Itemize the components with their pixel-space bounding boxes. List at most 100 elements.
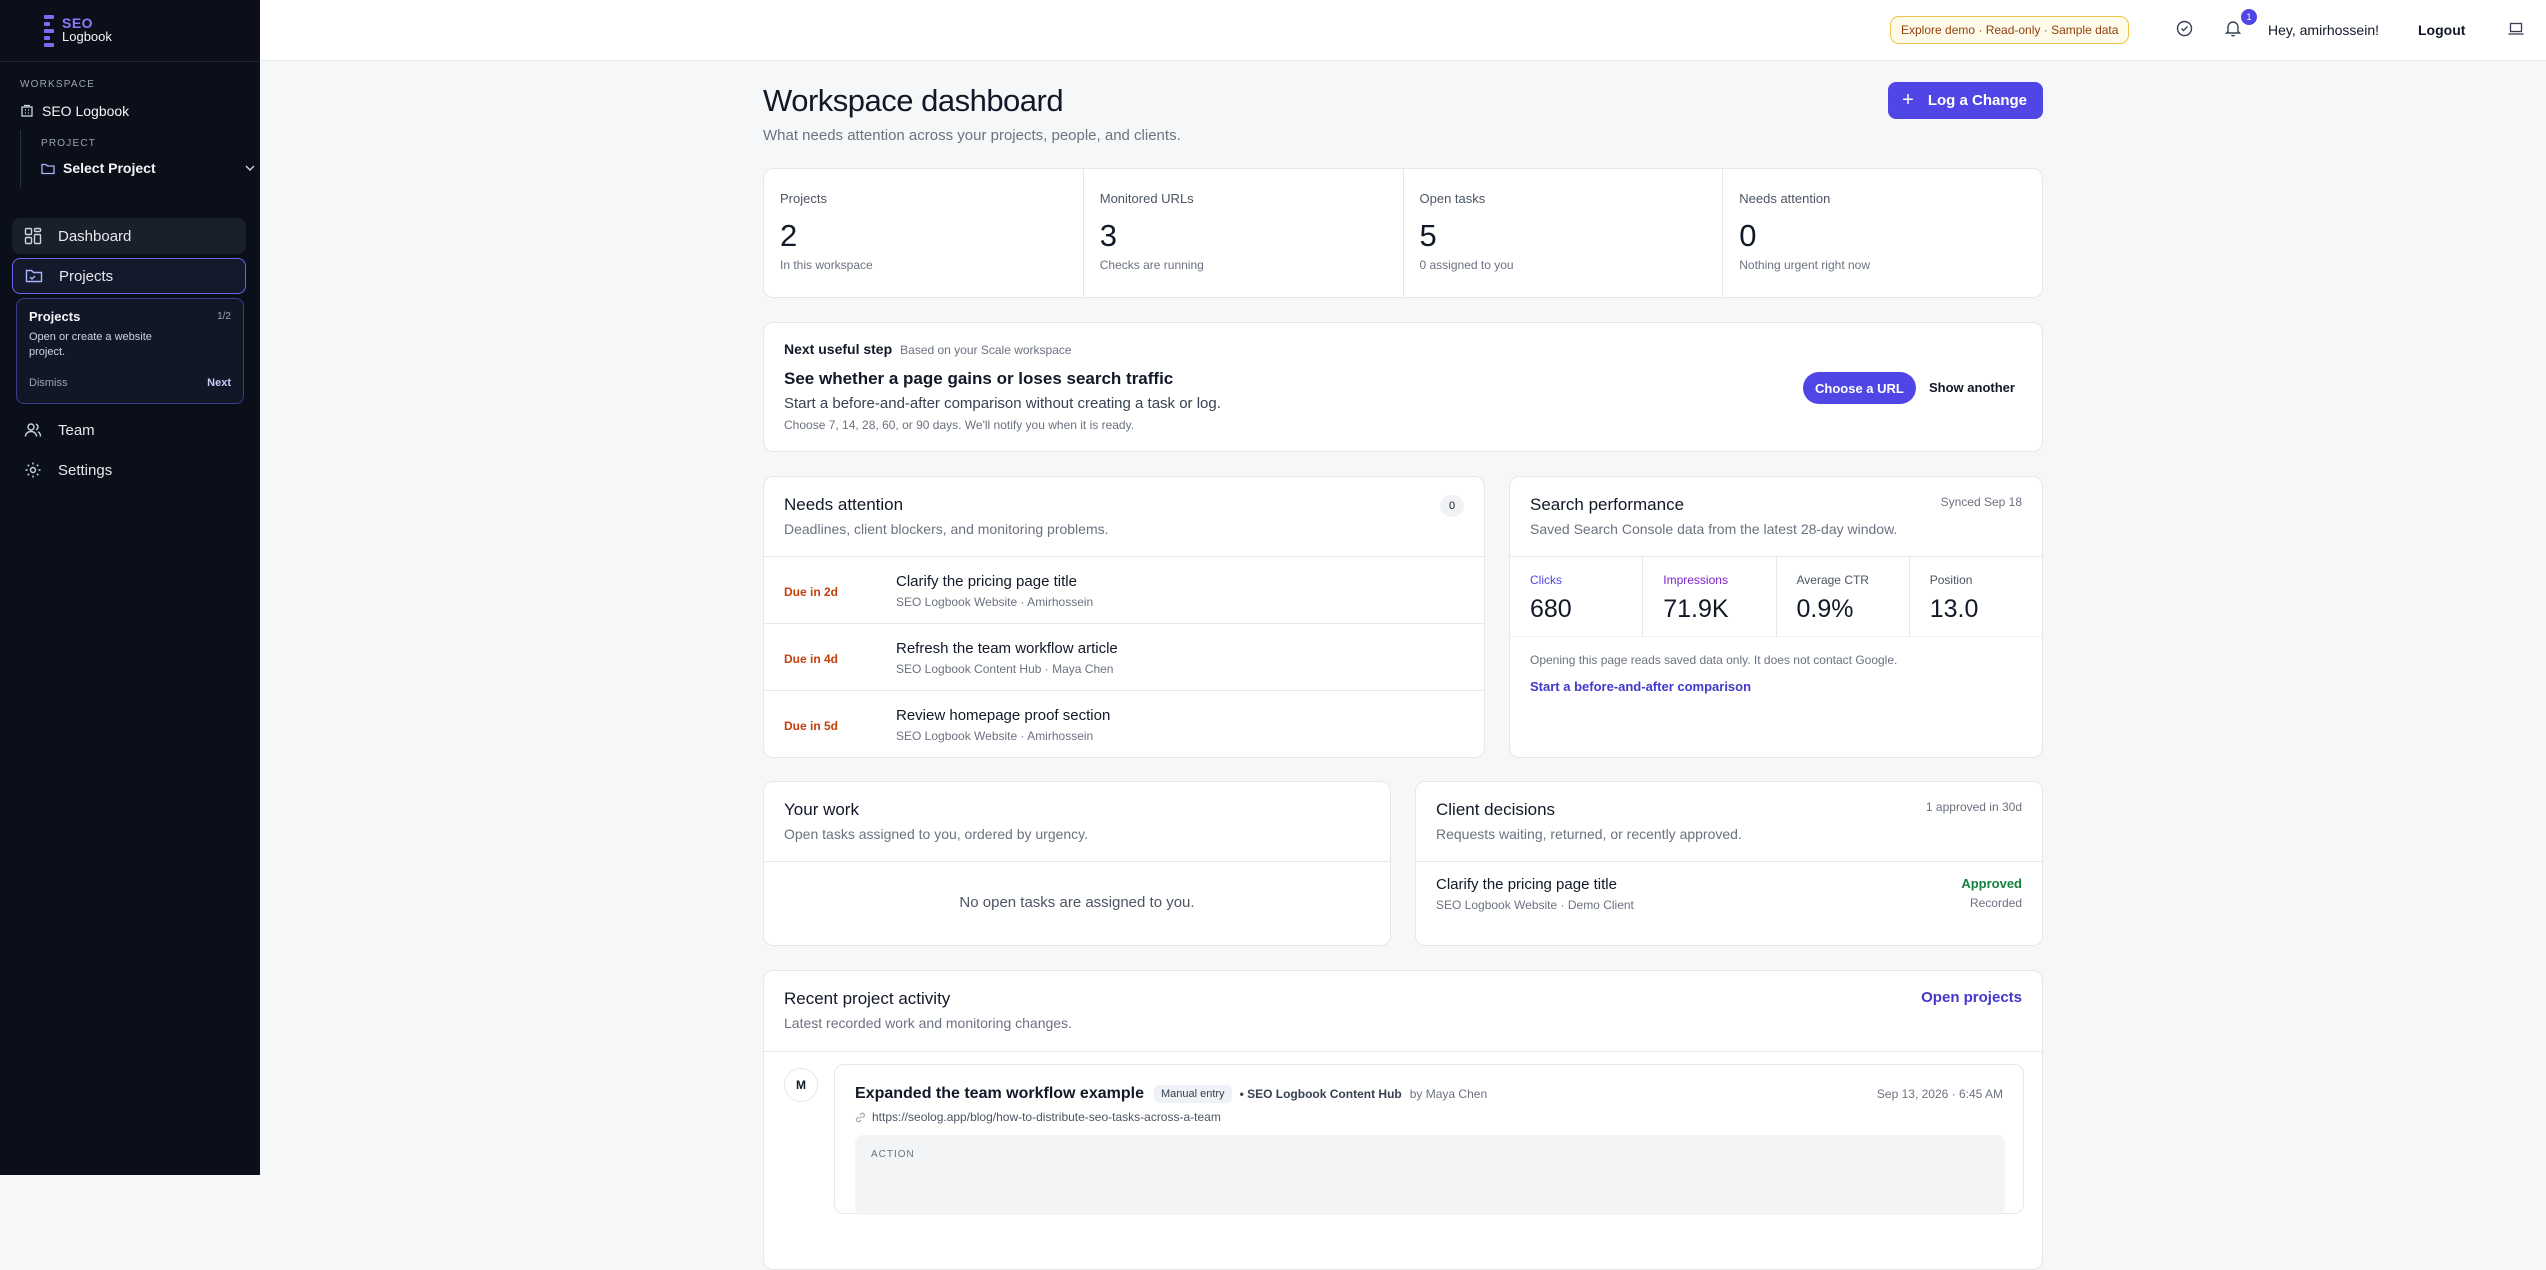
building-icon <box>21 104 33 117</box>
metric-value: 71.9K <box>1663 595 1729 623</box>
stat-value: 0 <box>1739 218 1757 253</box>
stat-projects[interactable]: Projects 2 In this workspace <box>764 169 1084 297</box>
attention-row[interactable]: Due in 4d Refresh the team workflow arti… <box>764 624 1484 691</box>
metric-clicks: Clicks 680 <box>1510 557 1644 636</box>
folder-icon <box>25 269 43 283</box>
metric-position: Position 13.0 <box>1910 557 2042 636</box>
stat-note: Nothing urgent right now <box>1739 258 1870 272</box>
page-title: Workspace dashboard <box>763 83 1064 118</box>
task-meta: SEO Logbook Website · Amirhossein <box>896 729 1094 743</box>
card-subtitle: Requests waiting, returned, or recently … <box>1436 826 1742 842</box>
approved-count: 1 approved in 30d <box>1925 800 2022 814</box>
metric-value: 13.0 <box>1929 595 1979 623</box>
tooltip-title: Projects <box>29 309 81 324</box>
stat-open-tasks[interactable]: Open tasks 5 0 assigned to you <box>1404 169 1724 297</box>
search-metrics: Clicks 680 Impressions 71.9K Average CTR… <box>1510 557 2042 637</box>
stat-note: Checks are running <box>1099 258 1204 272</box>
log-change-button[interactable]: + Log a Change <box>1888 82 2043 119</box>
show-another-button[interactable]: Show another <box>1929 380 2015 395</box>
due-label: Due in 4d <box>784 652 839 666</box>
workspace-label: WORKSPACE <box>20 79 96 90</box>
due-label: Due in 2d <box>784 585 839 599</box>
sidebar-item-settings[interactable]: Settings <box>12 452 246 488</box>
task-meta: SEO Logbook Website · Amirhossein <box>896 595 1094 609</box>
metric-label: Clicks <box>1530 573 1562 587</box>
start-comparison-link[interactable]: Start a before-and-after comparison <box>1510 667 2042 694</box>
activity-item[interactable]: Expanded the team workflow example Manua… <box>834 1064 2024 1215</box>
card-subtitle: Saved Search Console data from the lates… <box>1530 521 1898 537</box>
empty-state: No open tasks are assigned to you. <box>959 894 1195 911</box>
decision-row[interactable]: Clarify the pricing page title SEO Logbo… <box>1416 862 2042 945</box>
laptop-icon[interactable] <box>2508 22 2524 36</box>
page-subtitle: What needs attention across your project… <box>763 127 1181 144</box>
users-icon <box>24 423 42 437</box>
project-picker: PROJECT Select Project <box>20 130 255 188</box>
attention-row[interactable]: Due in 2d Clarify the pricing page title… <box>764 557 1484 624</box>
sidebar-item-label: Dashboard <box>58 227 132 245</box>
task-title: Review homepage proof section <box>896 707 1111 724</box>
activity-url-row[interactable]: https://seolog.app/blog/how-to-distribut… <box>855 1110 1221 1124</box>
choose-url-button[interactable]: Choose a URL <box>1803 372 1916 404</box>
stat-monitored-urls[interactable]: Monitored URLs 3 Checks are running <box>1084 169 1404 297</box>
next-step-note: Choose 7, 14, 28, 60, or 90 days. We'll … <box>784 418 1135 432</box>
metric-label: Average CTR <box>1796 573 1869 587</box>
log-change-label: Log a Change <box>1927 92 2027 109</box>
logo-text-logbook: Logbook <box>62 29 112 44</box>
card-title: Recent project activity <box>784 989 951 1008</box>
check-circle-icon[interactable] <box>2176 20 2193 37</box>
app-logo[interactable]: SEO Logbook <box>44 12 112 48</box>
dashboard-icon <box>24 227 42 245</box>
onboarding-tooltip: Projects 1/2 Open or create a website pr… <box>16 298 244 404</box>
metric-label: Impressions <box>1663 573 1728 587</box>
tooltip-step: 1/2 <box>217 311 231 322</box>
card-title: Needs attention <box>784 495 904 514</box>
open-projects-link[interactable]: Open projects <box>1921 989 2022 1006</box>
card-divider <box>764 1051 2042 1052</box>
tooltip-next-button[interactable]: Next <box>207 377 231 389</box>
sidebar-item-dashboard[interactable]: Dashboard <box>12 218 246 254</box>
card-subtitle: Latest recorded work and monitoring chan… <box>784 1015 1072 1031</box>
activity-project[interactable]: • SEO Logbook Content Hub <box>1240 1087 1402 1101</box>
stat-label: Monitored URLs <box>1099 191 1194 206</box>
bell-icon[interactable] <box>2225 19 2241 37</box>
task-title: Clarify the pricing page title <box>896 573 1077 590</box>
activity-title-row: Expanded the team workflow example Manua… <box>855 1085 1487 1103</box>
sidebar-item-team[interactable]: Team <box>12 412 246 448</box>
user-greeting: Hey, amirhossein! <box>2268 22 2380 38</box>
activity-author: by Maya Chen <box>1409 1087 1488 1101</box>
attention-count-badge: 0 <box>1440 495 1464 517</box>
needs-attention-card: Needs attention Deadlines, client blocke… <box>763 476 1485 758</box>
search-performance-card: Search performance Saved Search Console … <box>1509 476 2043 758</box>
stat-label: Projects <box>780 191 827 206</box>
decision-title: Clarify the pricing page title <box>1436 876 1617 893</box>
logo-icon <box>44 13 56 47</box>
stat-note: In this workspace <box>780 258 873 272</box>
avatar: M <box>784 1068 818 1102</box>
project-select-value: Select Project <box>63 160 156 176</box>
recent-activity-card: Recent project activity Latest recorded … <box>763 970 2043 1270</box>
project-select[interactable]: Select Project <box>41 160 260 176</box>
entry-type-badge: Manual entry <box>1153 1085 1232 1103</box>
plus-icon: + <box>1902 89 1914 111</box>
logout-button[interactable]: Logout <box>2418 22 2465 38</box>
sidebar-item-label: Team <box>58 421 95 439</box>
sidebar-item-projects[interactable]: Projects <box>12 258 246 294</box>
demo-mode-badge: Explore demo · Read-only · Sample data <box>1890 16 2130 44</box>
tooltip-dismiss-button[interactable]: Dismiss <box>29 377 68 389</box>
workspace-switcher[interactable]: SEO Logbook <box>20 103 129 119</box>
metric-impressions: Impressions 71.9K <box>1643 557 1777 636</box>
folder-icon <box>41 163 55 174</box>
synced-label: Synced Sep 18 <box>1940 495 2022 509</box>
summary-stats: Projects 2 In this workspace Monitored U… <box>763 168 2043 298</box>
stat-value: 2 <box>780 218 798 253</box>
stat-note: 0 assigned to you <box>1419 258 1514 272</box>
activity-section-label: ACTION <box>871 1149 915 1160</box>
activity-detail-box: ACTION <box>855 1135 2005 1215</box>
link-icon <box>856 1112 865 1122</box>
stat-needs-attention[interactable]: Needs attention 0 Nothing urgent right n… <box>1723 169 2042 297</box>
attention-row[interactable]: Due in 5d Review homepage proof section … <box>764 691 1484 757</box>
sidebar-item-label: Settings <box>58 461 113 479</box>
search-performance-note: Opening this page reads saved data only.… <box>1530 653 1898 667</box>
stat-value: 3 <box>1099 218 1117 253</box>
status-badge: Approved <box>1961 876 2022 891</box>
